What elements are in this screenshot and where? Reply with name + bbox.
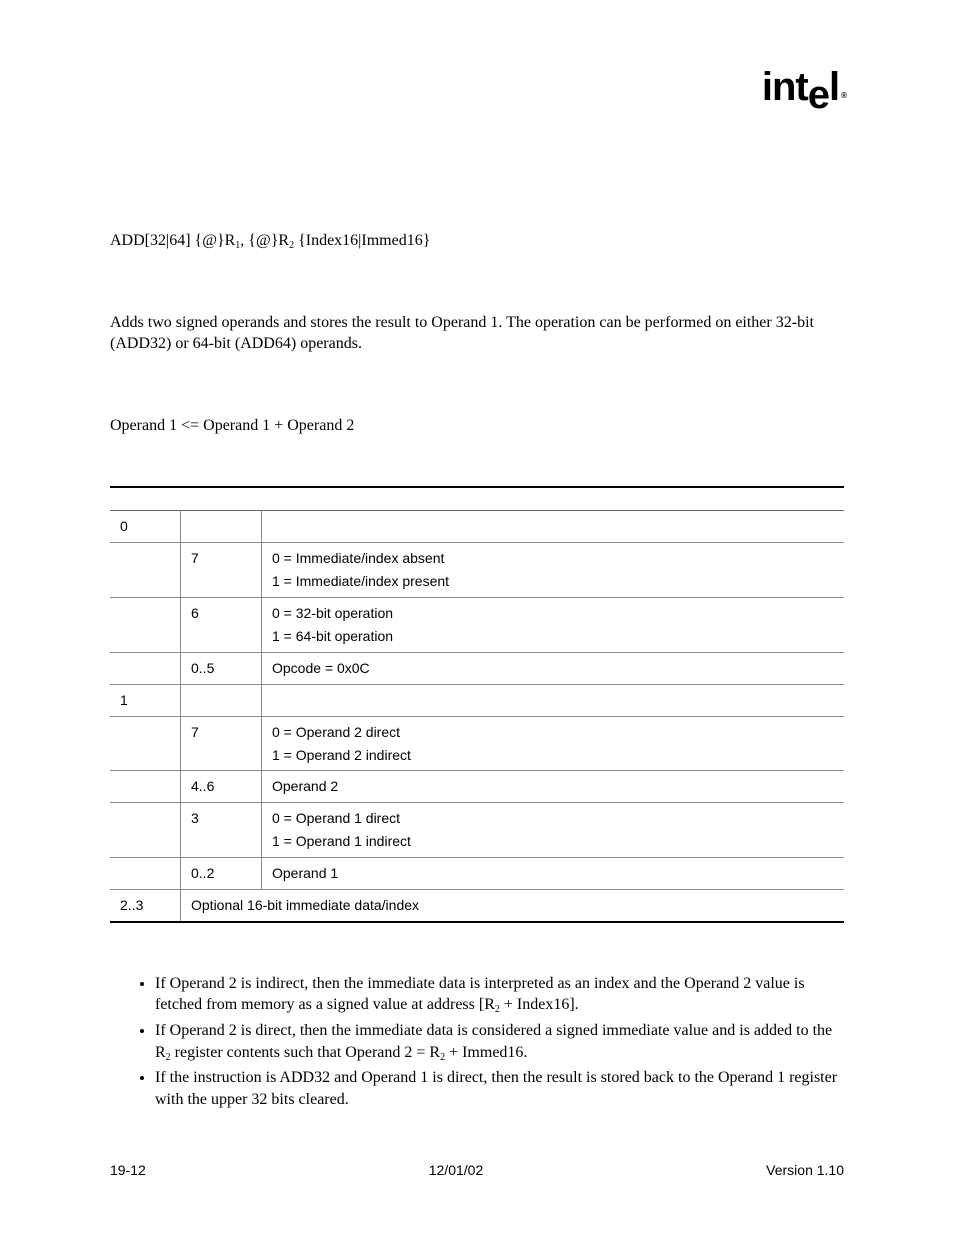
byte-cell	[110, 858, 181, 890]
bullet-sub: 2	[440, 1052, 445, 1063]
bit-cell: 7	[181, 543, 262, 570]
table-row: 1	[110, 684, 844, 716]
bit-cell: 4..6	[181, 771, 262, 803]
table-header-row	[110, 487, 844, 511]
operation-line: Operand 1 <= Operand 1 + Operand 2	[110, 415, 844, 437]
byte-cell	[110, 716, 181, 743]
syntax-line: ADD[32|64] {@}R1, {@}R2 {Index16|Immed16…	[110, 230, 844, 252]
desc-cell: Optional 16-bit immediate data/index	[181, 889, 845, 921]
desc-cell	[262, 684, 845, 716]
syntax-sub-2: 2	[289, 240, 294, 251]
bit-cell: 6	[181, 598, 262, 625]
table-row: 0	[110, 511, 844, 543]
header-bit	[181, 487, 262, 511]
bit-cell	[181, 830, 262, 857]
bit-cell: 0..5	[181, 652, 262, 684]
syntax-part-1: ADD[32|64] {@}R	[110, 232, 235, 249]
table-row: 1 = 64-bit operation	[110, 625, 844, 652]
list-item: If Operand 2 is indirect, then the immed…	[155, 973, 844, 1016]
bit-cell	[181, 570, 262, 597]
bullet-text: If the instruction is ADD32 and Operand …	[155, 1069, 837, 1108]
registered-mark: ®	[841, 91, 846, 100]
syntax-part-2: , {@}R	[240, 232, 289, 249]
bullet-sub: 2	[166, 1052, 171, 1063]
header-byte	[110, 487, 181, 511]
desc-cell: Opcode = 0x0C	[262, 652, 845, 684]
syntax-sub-1: 1	[235, 240, 240, 251]
syntax-part-3: {Index16|Immed16}	[294, 232, 430, 249]
footer-date: 12/01/02	[429, 1161, 484, 1180]
table-row: 2..3 Optional 16-bit immediate data/inde…	[110, 889, 844, 921]
page: intel® ADD[32|64] {@}R1, {@}R2 {Index16|…	[0, 0, 954, 1235]
desc-cell: 1 = Immediate/index present	[262, 570, 845, 597]
bit-cell: 7	[181, 716, 262, 743]
table-row: 1 = Operand 1 indirect	[110, 830, 844, 857]
content-body: ADD[32|64] {@}R1, {@}R2 {Index16|Immed16…	[110, 230, 844, 1110]
byte-cell: 1	[110, 684, 181, 716]
logo-text: intel	[762, 65, 839, 117]
table-row: 0..5 Opcode = 0x0C	[110, 652, 844, 684]
bullet-text: + Index16].	[500, 996, 579, 1013]
desc-cell: 1 = Operand 2 indirect	[262, 744, 845, 771]
desc-cell: 0 = Immediate/index absent	[262, 543, 845, 570]
byte-cell	[110, 598, 181, 625]
desc-cell: Operand 2	[262, 771, 845, 803]
table-row: 7 0 = Operand 2 direct	[110, 716, 844, 743]
list-item: If Operand 2 is direct, then the immedia…	[155, 1020, 844, 1063]
table-row: 4..6 Operand 2	[110, 771, 844, 803]
list-item: If the instruction is ADD32 and Operand …	[155, 1067, 844, 1110]
table-row: 7 0 = Immediate/index absent	[110, 543, 844, 570]
footer-version: Version 1.10	[766, 1161, 844, 1180]
desc-cell: 0 = Operand 2 direct	[262, 716, 845, 743]
byte-cell	[110, 543, 181, 570]
encoding-table: 0 7 0 = Immediate/index absent 1 = Immed…	[110, 486, 844, 922]
desc-cell: 0 = 32-bit operation	[262, 598, 845, 625]
byte-cell	[110, 625, 181, 652]
desc-cell: 1 = 64-bit operation	[262, 625, 845, 652]
table-row: 1 = Immediate/index present	[110, 570, 844, 597]
bit-cell: 0..2	[181, 858, 262, 890]
byte-cell	[110, 830, 181, 857]
bit-cell	[181, 511, 262, 543]
table-row: 3 0 = Operand 1 direct	[110, 803, 844, 830]
byte-cell	[110, 803, 181, 830]
byte-cell	[110, 771, 181, 803]
table-row: 0..2 Operand 1	[110, 858, 844, 890]
byte-cell: 2..3	[110, 889, 181, 921]
desc-cell: Operand 1	[262, 858, 845, 890]
bullet-text: If Operand 2 is indirect, then the immed…	[155, 975, 805, 1014]
table-row: 1 = Operand 2 indirect	[110, 744, 844, 771]
bit-cell	[181, 625, 262, 652]
footer-page-number: 19-12	[110, 1161, 146, 1180]
byte-cell: 0	[110, 511, 181, 543]
table-row: 6 0 = 32-bit operation	[110, 598, 844, 625]
description-paragraph: Adds two signed operands and stores the …	[110, 312, 844, 355]
byte-cell	[110, 570, 181, 597]
bullet-sub: 2	[495, 1004, 500, 1015]
bit-cell	[181, 744, 262, 771]
desc-cell: 0 = Operand 1 direct	[262, 803, 845, 830]
header-desc	[262, 487, 845, 511]
byte-cell	[110, 744, 181, 771]
page-footer: 19-12 12/01/02 Version 1.10	[110, 1161, 844, 1180]
bullet-text: register contents such that Operand 2 = …	[171, 1044, 440, 1061]
notes-list: If Operand 2 is indirect, then the immed…	[110, 973, 844, 1111]
desc-cell	[262, 511, 845, 543]
bit-cell	[181, 684, 262, 716]
byte-cell	[110, 652, 181, 684]
intel-logo: intel®	[762, 60, 844, 114]
bit-cell: 3	[181, 803, 262, 830]
desc-cell: 1 = Operand 1 indirect	[262, 830, 845, 857]
bullet-text: + Immed16.	[445, 1044, 527, 1061]
